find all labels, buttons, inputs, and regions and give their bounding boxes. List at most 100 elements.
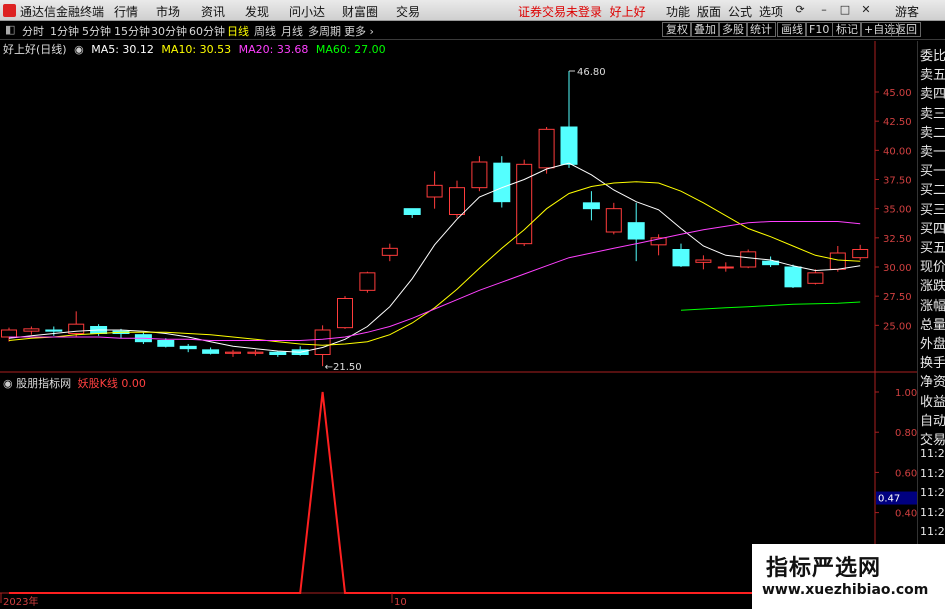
maximize-icon[interactable]: □ xyxy=(838,3,852,17)
side-time: 11:28 xyxy=(920,486,945,499)
menu-item-wenxiaoda[interactable]: 问小达 xyxy=(289,3,325,20)
candle[interactable] xyxy=(493,156,511,208)
candle[interactable] xyxy=(403,208,421,218)
y-tick-label: 45.00 xyxy=(883,88,912,99)
y-tick-label: 37.50 xyxy=(883,176,912,187)
sub-y-tick-label: 0.40 xyxy=(895,509,917,520)
candle[interactable] xyxy=(269,351,287,357)
candle[interactable] xyxy=(784,264,802,288)
side-item: 卖二 xyxy=(920,125,945,141)
ma20-line xyxy=(9,221,861,341)
candle[interactable] xyxy=(627,202,645,262)
side-item: 买四 xyxy=(920,221,945,237)
period-30min[interactable]: 30分钟 xyxy=(151,23,187,39)
refresh-icon[interactable]: ⟳ xyxy=(793,3,807,17)
candle[interactable] xyxy=(807,269,824,285)
period-15min[interactable]: 15分钟 xyxy=(114,23,150,39)
period-weekly[interactable]: 周线 xyxy=(254,23,276,39)
btn-huaxian[interactable]: 画线 xyxy=(777,22,807,37)
panel-toggle-icon[interactable]: ◧ xyxy=(5,23,15,36)
side-item: 涨跌 xyxy=(920,279,945,295)
period-1min[interactable]: 1分钟 xyxy=(50,23,79,39)
svg-text:46.80: 46.80 xyxy=(577,67,606,78)
y-tick-label: 27.50 xyxy=(883,292,912,303)
side-time: 11:28 xyxy=(920,466,945,480)
candle[interactable] xyxy=(202,347,220,355)
candle[interactable] xyxy=(672,243,690,267)
login-notice[interactable]: 证券交易未登录 好上好 xyxy=(518,3,646,20)
candle[interactable] xyxy=(426,171,443,209)
high-annotation: 46.80 xyxy=(569,67,606,78)
sub-y-tick-label: 0.80 xyxy=(895,428,917,439)
btn-fuquan[interactable]: 复权 xyxy=(662,22,692,37)
candle[interactable] xyxy=(560,71,578,168)
menu-item-shichang[interactable]: 市场 xyxy=(156,3,180,20)
side-time: 11:28 xyxy=(920,447,945,460)
candle[interactable] xyxy=(582,191,600,221)
period-more[interactable]: 更多 › xyxy=(344,23,374,39)
menu-item-zixun[interactable]: 资讯 xyxy=(201,3,225,20)
chart-area[interactable]: 25.00 27.50 30.00 32.50 35.00 37.50 40.00 42.50… xyxy=(0,41,917,609)
menu-item-faxian[interactable]: 发现 xyxy=(245,3,269,20)
candle[interactable] xyxy=(68,311,85,337)
user-label[interactable]: 游客 xyxy=(895,3,919,20)
period-multi[interactable]: 多周期 xyxy=(308,23,341,39)
y-tick-label: 40.00 xyxy=(883,146,912,157)
y-tick-label: 30.00 xyxy=(883,263,912,274)
candle[interactable] xyxy=(717,262,734,272)
sub-y-tick-label: 0.60 xyxy=(895,468,917,479)
menu-item-xuanxiang[interactable]: 选项 xyxy=(759,3,783,20)
period-60min[interactable]: 60分钟 xyxy=(189,23,225,39)
current-value-label: 0.47 xyxy=(878,494,900,505)
yaogu-line xyxy=(9,391,861,594)
btn-f10[interactable]: F10 xyxy=(805,22,834,37)
minimize-icon[interactable]: – xyxy=(817,3,831,17)
svg-text:←21.50: ←21.50 xyxy=(325,362,362,373)
sub-series-name: 妖股K线 xyxy=(77,377,118,390)
candle[interactable] xyxy=(471,156,488,192)
candle[interactable] xyxy=(179,344,197,353)
menu-item-gongneng[interactable]: 功能 xyxy=(666,3,690,20)
btn-diejia[interactable]: 叠加 xyxy=(690,22,720,37)
candle[interactable] xyxy=(538,127,555,174)
candle[interactable] xyxy=(247,349,264,356)
x-tick-label: 2023年 xyxy=(3,595,38,608)
period-monthly[interactable]: 月线 xyxy=(281,23,303,39)
sub-toggle-icon[interactable]: ◉ xyxy=(3,377,13,390)
btn-biaoji[interactable]: 标记 xyxy=(832,22,862,37)
candle[interactable] xyxy=(695,255,712,270)
btn-tongji[interactable]: 统计 xyxy=(746,22,776,37)
btn-back[interactable]: 返回 xyxy=(891,22,921,37)
candle[interactable] xyxy=(449,180,465,218)
close-icon[interactable]: ✕ xyxy=(859,3,873,17)
side-time: 11:28 xyxy=(920,505,945,519)
candle[interactable] xyxy=(852,244,869,260)
menu-item-caifuquan[interactable]: 财富圈 xyxy=(342,3,378,20)
candle[interactable] xyxy=(225,349,241,357)
candle[interactable] xyxy=(23,326,40,335)
y-tick-label: 25.00 xyxy=(883,321,912,332)
side-item: 卖四 xyxy=(920,87,945,103)
menu-item-gongshi[interactable]: 公式 xyxy=(728,3,752,20)
candle[interactable] xyxy=(605,202,622,235)
sub-legend: ◉ 股朋指标网 妖股K线 0.00 xyxy=(3,375,146,391)
candle[interactable] xyxy=(740,249,757,269)
y-tick-label: 35.00 xyxy=(883,205,912,216)
menu-item-jiaoyi[interactable]: 交易 xyxy=(396,3,420,20)
period-daily[interactable]: 日线 xyxy=(227,23,249,39)
candle[interactable] xyxy=(337,296,353,329)
side-item: 净资 xyxy=(920,375,945,391)
watermark: 指标严选网 www.xuezhibiao.com xyxy=(752,544,945,609)
side-item: 买二 xyxy=(920,183,945,199)
candle[interactable] xyxy=(516,159,533,246)
menu-item-hangqing[interactable]: 行情 xyxy=(114,3,138,20)
candle[interactable] xyxy=(359,271,376,293)
side-item: 涨幅 xyxy=(920,298,945,314)
menu-item-banmian[interactable]: 版面 xyxy=(697,3,721,20)
ma60-line xyxy=(680,301,861,311)
watermark-url: www.xuezhibiao.com xyxy=(762,582,929,598)
period-5min[interactable]: 5分钟 xyxy=(82,23,111,39)
btn-duogu[interactable]: 多股 xyxy=(718,22,748,37)
candle[interactable] xyxy=(381,243,398,262)
period-fenshi[interactable]: 分时 xyxy=(22,23,44,39)
